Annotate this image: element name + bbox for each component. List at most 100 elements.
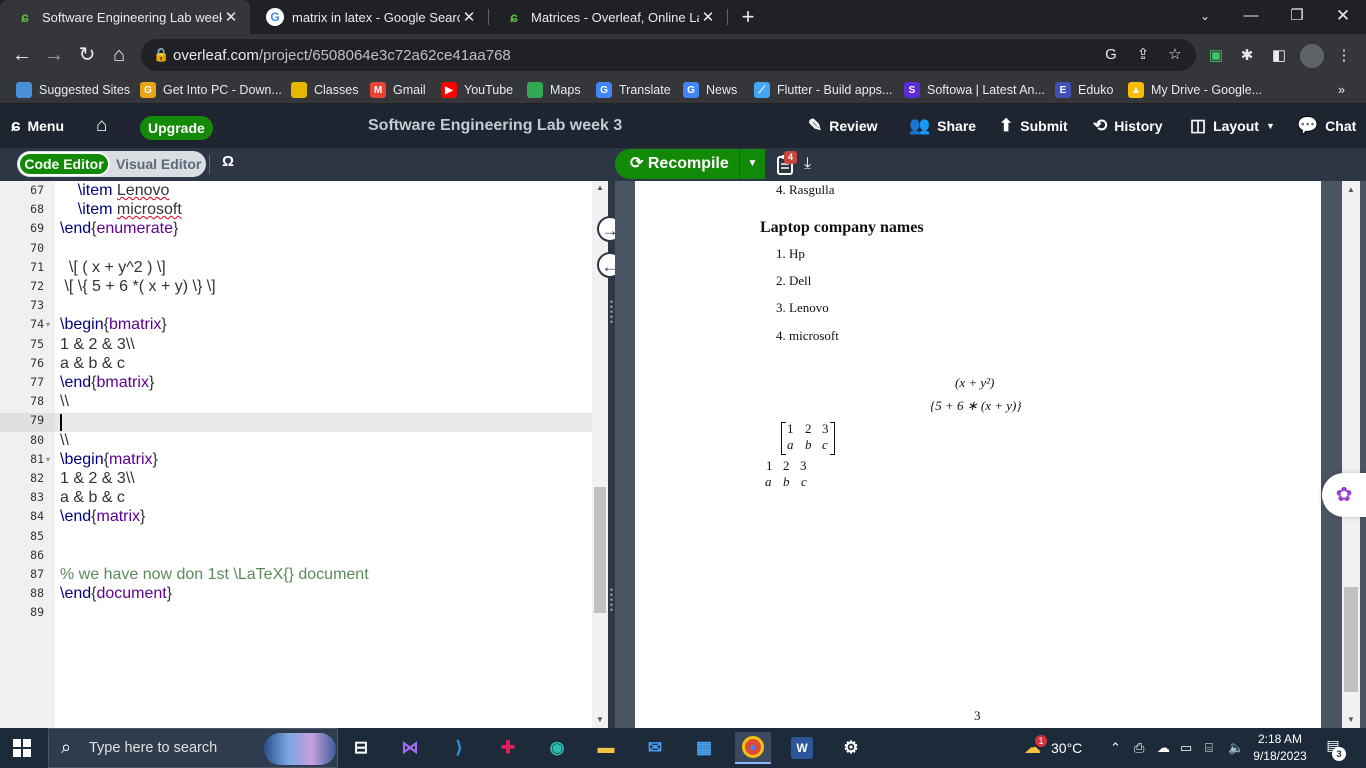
tab-search-icon[interactable]: ⌄ [1182,0,1228,34]
address-bar[interactable]: 🔒 overleaf.com/project/6508064e3c72a62ce… [141,39,1196,71]
code-line[interactable]: \begin{matrix} [60,450,158,469]
show-hidden-icons[interactable]: ⌃ [1110,728,1121,768]
project-title[interactable]: Software Engineering Lab week 3 [368,104,622,148]
windows-start-icon[interactable] [13,739,31,757]
bookmark-maps[interactable]: Maps [527,80,581,100]
upgrade-button[interactable]: Upgrade [140,116,213,140]
onedrive-icon[interactable]: ☁ [1157,728,1170,768]
network-icon[interactable]: ⌸ [1205,728,1213,768]
menu-button[interactable]: ɕ Menu [11,104,64,148]
vscode-icon[interactable]: ⟩ [441,732,477,764]
share-page-icon[interactable]: ⇪ [1133,45,1153,65]
splitter-grip-icon[interactable]: • • • • • [609,586,614,615]
splitter-grip-icon[interactable]: • • • • • [609,298,614,327]
browser-tab-google-search[interactable]: G matrix in latex - Google Search ✕ [250,0,488,34]
word-icon[interactable]: W [784,732,820,764]
fold-toggle-icon[interactable]: ▾ [46,315,50,334]
window-close-icon[interactable]: ✕ [1320,0,1366,34]
editor-mode-toggle[interactable]: Code Editor Visual Editor [17,151,206,177]
mail-icon[interactable]: ✉ [637,732,673,764]
scroll-down-icon[interactable]: ▼ [592,715,608,724]
history-button[interactable]: ⟲ History [1093,104,1162,148]
weather-widget[interactable]: ☁ 1 30°C [1024,728,1082,768]
close-icon[interactable]: ✕ [699,8,717,26]
google-lens-icon[interactable]: G [1101,45,1121,65]
code-line[interactable]: \end{bmatrix} [60,373,154,392]
editor-scrollbar-thumb[interactable] [594,487,606,613]
code-line[interactable]: % we have now don 1st \LaTeX{} document [60,565,369,584]
home-icon[interactable]: ⌂ [96,104,107,148]
browser-tab-overleaf-project[interactable]: ɕ Software Engineering Lab week 3 ✕ [0,0,250,34]
layout-button[interactable]: ◫ Layout ▼ [1190,104,1275,148]
code-line[interactable]: a & b & c [60,488,125,507]
code-line[interactable]: \[ ( x + y^2 ) \] [60,258,166,277]
review-button[interactable]: ✎ Review [808,104,878,148]
download-pdf-icon[interactable]: ⤓ [804,155,811,173]
bookmark-get-into-pc[interactable]: G Get Into PC - Down... [140,80,282,100]
code-line[interactable]: \item microsoft [60,200,182,219]
home-icon[interactable]: ⌂ [106,42,132,68]
minimize-icon[interactable]: — [1228,0,1274,34]
submit-button[interactable]: ⬆ Submit [999,104,1068,148]
visual-studio-icon[interactable]: ⋈ [392,732,428,764]
system-clock[interactable]: 2:18 AM 9/18/2023 [1250,731,1310,765]
fold-toggle-icon[interactable]: ▾ [46,450,50,469]
bookmark-gmail[interactable]: M Gmail [370,80,426,100]
bookmark-star-icon[interactable]: ☆ [1165,45,1185,65]
scroll-down-icon[interactable]: ▼ [1342,715,1360,724]
notification-center-icon[interactable]: ▤ 3 [1322,737,1346,761]
new-tab-icon[interactable]: + [737,5,759,29]
taskbar-search-box[interactable]: ⌕ Type here to search [48,728,338,768]
symbol-palette-button[interactable]: Ω [222,153,234,170]
code-line[interactable]: 1 & 2 & 3\\ [60,469,135,488]
bookmark-softowa[interactable]: S Softowa | Latest An... [904,80,1045,100]
bookmark-translate[interactable]: G Translate [596,80,671,100]
bookmarks-overflow-icon[interactable]: » [1338,80,1345,100]
code-line[interactable]: \item Lenovo [60,181,170,200]
side-panel-icon[interactable]: ◧ [1269,46,1289,66]
reload-icon[interactable]: ↻ [74,42,100,68]
task-view-icon[interactable]: ⊟ [343,732,379,764]
settings-gear-icon[interactable]: ⚙ [833,732,869,764]
code-line[interactable]: \begin{bmatrix} [60,315,167,334]
code-line[interactable]: \\ [60,431,69,450]
bookmark-my-drive[interactable]: ▲ My Drive - Google... [1128,80,1262,100]
bookmark-classes[interactable]: Classes [291,80,358,100]
code-line[interactable]: \end{document} [60,584,172,603]
scroll-up-icon[interactable]: ▲ [1342,185,1360,194]
code-line[interactable]: 1 & 2 & 3\\ [60,335,135,354]
meet-now-icon[interactable]: ⎙ [1134,728,1144,768]
bookmark-eduko[interactable]: E Eduko [1055,80,1113,100]
edge-icon[interactable]: ◉ [539,732,575,764]
more-options-icon[interactable]: ⋮ [1334,46,1354,66]
chat-button[interactable]: 💬 Chat [1297,104,1356,148]
extensions-puzzle-icon[interactable]: ✱ [1237,46,1257,66]
chrome-icon[interactable]: ● [735,732,771,764]
ai-assistant-brain-icon[interactable]: ✿ [1322,473,1366,517]
profile-avatar[interactable] [1300,44,1324,68]
code-line[interactable]: \end{enumerate} [60,219,178,238]
code-line[interactable]: a & b & c [60,354,125,373]
close-icon[interactable]: ✕ [222,8,240,26]
pdf-scrollbar[interactable]: ▲ ▼ [1342,181,1360,728]
pdf-scrollbar-thumb[interactable] [1344,587,1358,692]
back-icon[interactable]: ← [9,42,35,68]
bookmark-flutter[interactable]: ⟋ Flutter - Build apps... [754,80,892,100]
code-line[interactable]: \end{matrix} [60,507,145,526]
share-button[interactable]: 👥 Share [909,104,976,148]
volume-icon[interactable]: 🔈 [1228,728,1244,768]
bookmark-youtube[interactable]: ▶ YouTube [441,80,513,100]
slack-icon[interactable]: ✚ [490,732,526,764]
code-line[interactable]: \[ \{ 5 + 6 *( x + y) \} \] [60,277,215,296]
scroll-up-icon[interactable]: ▲ [592,183,608,192]
forward-icon[interactable]: → [41,42,67,68]
bookmark-news[interactable]: G News [683,80,737,100]
restore-icon[interactable]: ❐ [1274,0,1320,34]
close-icon[interactable]: ✕ [460,8,478,26]
extension-icon[interactable]: ▣ [1206,46,1226,66]
visual-editor-option[interactable]: Visual Editor [116,151,201,177]
code-line[interactable]: \\ [60,392,69,411]
file-explorer-icon[interactable]: ▬ [588,732,624,764]
bookmark-suggested-sites[interactable]: Suggested Sites [16,80,130,100]
battery-icon[interactable]: ▭ [1180,728,1192,768]
